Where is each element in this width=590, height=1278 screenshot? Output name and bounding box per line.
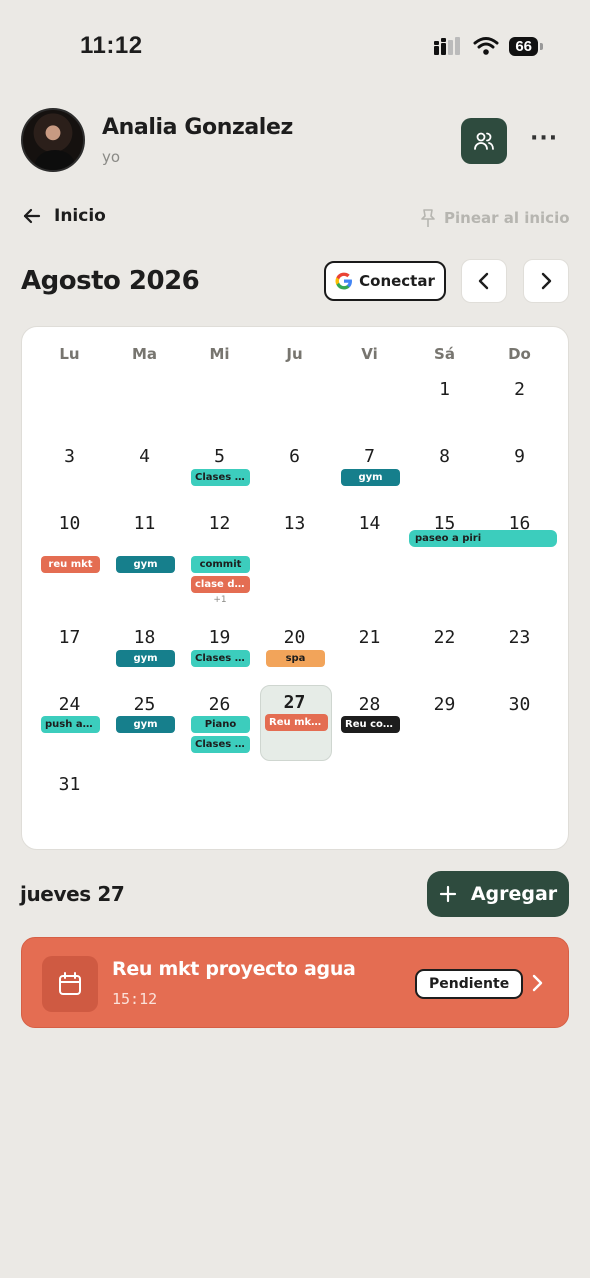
event-title: Reu mkt proyecto agua xyxy=(112,958,356,980)
pin-label: Pinear al inicio xyxy=(444,209,570,227)
event-pill[interactable]: gym xyxy=(116,556,175,573)
event-card[interactable]: Reu mkt proyecto agua 15:12 Pendiente xyxy=(21,937,569,1028)
avatar[interactable] xyxy=(21,108,85,172)
day-cell[interactable]: 3 xyxy=(32,446,107,467)
day-cell[interactable]: 23 xyxy=(482,627,557,648)
next-month-button[interactable] xyxy=(523,259,569,303)
event-pill[interactable]: Clases d... xyxy=(191,650,250,667)
plus-icon xyxy=(439,885,456,903)
weekday-label: Do xyxy=(508,345,531,363)
day-cell[interactable]: 5 xyxy=(182,446,257,467)
day-cell[interactable]: 9 xyxy=(482,446,557,467)
chevron-left-icon xyxy=(478,272,489,290)
day-cell[interactable]: 10 xyxy=(32,513,107,534)
day-cell[interactable]: 25 xyxy=(107,694,182,715)
day-cell[interactable]: 12 xyxy=(182,513,257,534)
user-subtitle: yo xyxy=(102,148,121,166)
event-pill[interactable]: gym xyxy=(116,650,175,667)
day-cell[interactable]: 29 xyxy=(407,694,482,715)
event-pill[interactable]: Piano xyxy=(191,716,250,733)
event-pill[interactable]: push a ... xyxy=(41,716,100,733)
more-options-icon[interactable]: ··· xyxy=(530,126,558,151)
day-cell[interactable]: 6 xyxy=(257,446,332,467)
battery-indicator: 66 xyxy=(509,36,543,56)
day-cell[interactable]: 21 xyxy=(332,627,407,648)
day-cell[interactable]: 4 xyxy=(107,446,182,467)
day-cell[interactable]: 28 xyxy=(332,694,407,715)
chevron-right-icon xyxy=(541,272,552,290)
selected-day-title: jueves 27 xyxy=(20,882,125,906)
pin-button[interactable]: Pinear al inicio xyxy=(420,208,570,228)
weekday-label: Ma xyxy=(131,345,158,363)
event-pill[interactable]: spa xyxy=(266,650,325,667)
day-cell[interactable]: 22 xyxy=(407,627,482,648)
pin-icon xyxy=(421,209,435,227)
status-time: 11:12 xyxy=(80,32,143,59)
wifi-icon xyxy=(473,37,499,55)
status-icons: 66 xyxy=(433,36,543,56)
day-cell[interactable]: 13 xyxy=(257,513,332,534)
day-cell[interactable]: 31 xyxy=(32,774,107,795)
weekday-label: Ju xyxy=(286,345,303,363)
event-pill[interactable]: clase de... xyxy=(191,576,250,593)
weekday-label: Mi xyxy=(209,345,230,363)
event-pill[interactable]: Reu colab xyxy=(341,716,400,733)
weekday-label: Lu xyxy=(59,345,80,363)
back-button[interactable]: Inicio xyxy=(22,206,106,226)
add-label: Agregar xyxy=(470,883,558,905)
calendar-icon xyxy=(42,956,98,1012)
event-pill[interactable]: Clases d... xyxy=(191,736,250,753)
arrow-left-icon xyxy=(23,208,41,224)
day-cell[interactable]: 19 xyxy=(182,627,257,648)
day-cell[interactable]: 30 xyxy=(482,694,557,715)
day-cell[interactable]: 1 xyxy=(407,379,482,400)
connect-label: Conectar xyxy=(359,272,435,290)
event-pill[interactable]: commit xyxy=(191,556,250,573)
day-cell[interactable]: 18 xyxy=(107,627,182,648)
day-cell-today[interactable]: 27 xyxy=(257,692,332,713)
day-cell[interactable]: 2 xyxy=(482,379,557,400)
event-time: 15:12 xyxy=(112,990,158,1008)
back-label: Inicio xyxy=(54,206,106,226)
day-cell[interactable]: 8 xyxy=(407,446,482,467)
event-pill[interactable]: gym xyxy=(341,469,400,486)
day-cell[interactable]: 11 xyxy=(107,513,182,534)
calendar-grid: Lu Ma Mi Ju Vi Sá Do 1 2 3 4 5 6 7 8 9 1… xyxy=(21,326,569,850)
users-icon xyxy=(474,132,494,150)
group-button[interactable] xyxy=(461,118,507,164)
weekday-label: Sá xyxy=(434,345,455,363)
event-pill[interactable]: gym xyxy=(116,716,175,733)
event-pill-multiday[interactable]: paseo a piri xyxy=(409,530,557,547)
add-event-button[interactable]: Agregar xyxy=(427,871,569,917)
day-cell[interactable]: 17 xyxy=(32,627,107,648)
day-cell[interactable]: 20 xyxy=(257,627,332,648)
google-icon xyxy=(335,272,353,290)
month-title: Agosto 2026 xyxy=(21,266,200,296)
connect-google-button[interactable]: Conectar xyxy=(324,261,446,301)
event-pill[interactable]: Clases d... xyxy=(191,469,250,486)
day-cell[interactable]: 26 xyxy=(182,694,257,715)
user-name: Analia Gonzalez xyxy=(102,115,293,140)
status-badge: Pendiente xyxy=(415,969,524,999)
weekday-label: Vi xyxy=(361,345,378,363)
day-cell[interactable]: 14 xyxy=(332,513,407,534)
more-events-count[interactable]: +1 xyxy=(190,595,250,605)
prev-month-button[interactable] xyxy=(461,259,507,303)
signal-icon xyxy=(434,37,461,55)
event-pill[interactable]: reu mkt xyxy=(41,556,100,573)
event-pill[interactable]: Reu mkt ... xyxy=(265,714,328,731)
day-cell[interactable]: 24 xyxy=(32,694,107,715)
chevron-right-icon xyxy=(530,972,544,998)
day-cell[interactable]: 7 xyxy=(332,446,407,467)
